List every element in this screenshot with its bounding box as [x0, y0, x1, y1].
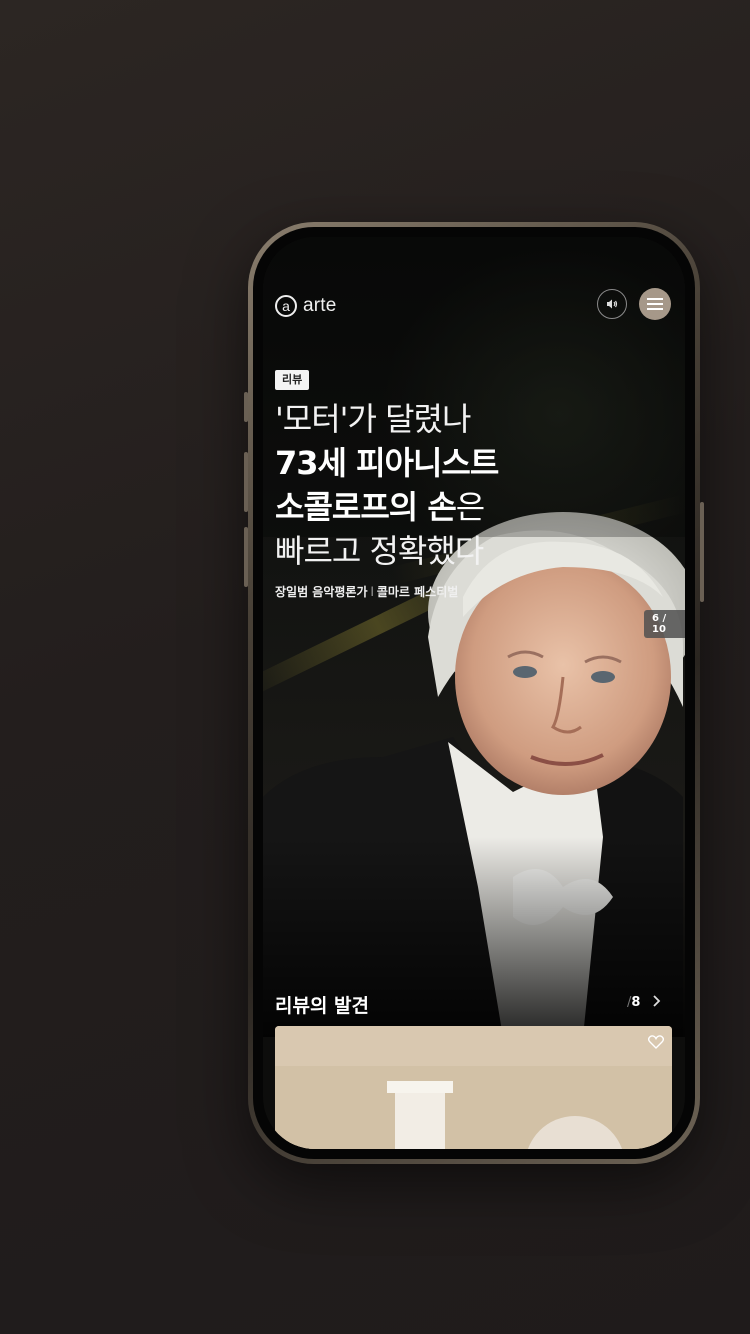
heart-icon [647, 1035, 665, 1049]
category-tag[interactable]: 리뷰 [275, 370, 310, 390]
headline-line-3-bold: 소콜로프의 손 [275, 488, 457, 526]
hamburger-icon [647, 298, 663, 310]
section-count-value: 8 [631, 995, 641, 1010]
headline-line-2: 73세 피아니스트 [275, 444, 499, 482]
review-card-image [275, 1026, 672, 1149]
top-bar: a arte [263, 237, 685, 357]
phone-action-button [244, 392, 248, 422]
byline-source: 콜마르 페스티벌 [376, 585, 459, 599]
byline-author: 장일범 음악평론가 [275, 585, 368, 599]
hero-banner[interactable]: a arte 리뷰 '모터'가 달렸나 73세 피아니스트 소콜로프의 손은 빠… [263, 237, 685, 1037]
sound-button[interactable] [597, 289, 627, 319]
phone-frame: a arte 리뷰 '모터'가 달렸나 73세 피아니스트 소콜로프의 손은 빠… [244, 222, 704, 1164]
chevron-right-icon[interactable] [652, 993, 662, 1012]
menu-button[interactable] [639, 288, 671, 320]
favorite-button[interactable] [647, 1034, 665, 1053]
phone-volume-down-button [244, 527, 248, 587]
review-card[interactable] [275, 1026, 672, 1149]
pianist-photo [263, 237, 685, 1037]
headline-line-3-light: 은 [455, 488, 485, 526]
headline[interactable]: '모터'가 달렸나 73세 피아니스트 소콜로프의 손은 빠르고 정확했다 [275, 397, 499, 573]
section-count: /8 [627, 995, 640, 1010]
logo-mark: a [275, 295, 297, 317]
arte-logo[interactable]: a arte [275, 295, 337, 317]
headline-line-4: 빠르고 정확했다 [275, 532, 484, 570]
headline-line-1: '모터'가 달렸나 [275, 400, 471, 438]
logo-text: arte [303, 295, 337, 316]
phone-screen: a arte 리뷰 '모터'가 달렸나 73세 피아니스트 소콜로프의 손은 빠… [263, 237, 685, 1149]
chevron-right-icon-svg [653, 995, 661, 1007]
speaker-icon [607, 299, 618, 309]
byline: 장일범 음악평론가 l 콜마르 페스티벌 [275, 583, 458, 600]
headline-line-3: 소콜로프의 손은 [275, 485, 498, 529]
phone-power-button [700, 502, 704, 602]
section-title[interactable]: 리뷰의 발견 [275, 991, 369, 1018]
byline-separator: l [370, 585, 374, 599]
slide-counter: 6 / 10 [644, 610, 685, 638]
phone-volume-up-button [244, 452, 248, 512]
